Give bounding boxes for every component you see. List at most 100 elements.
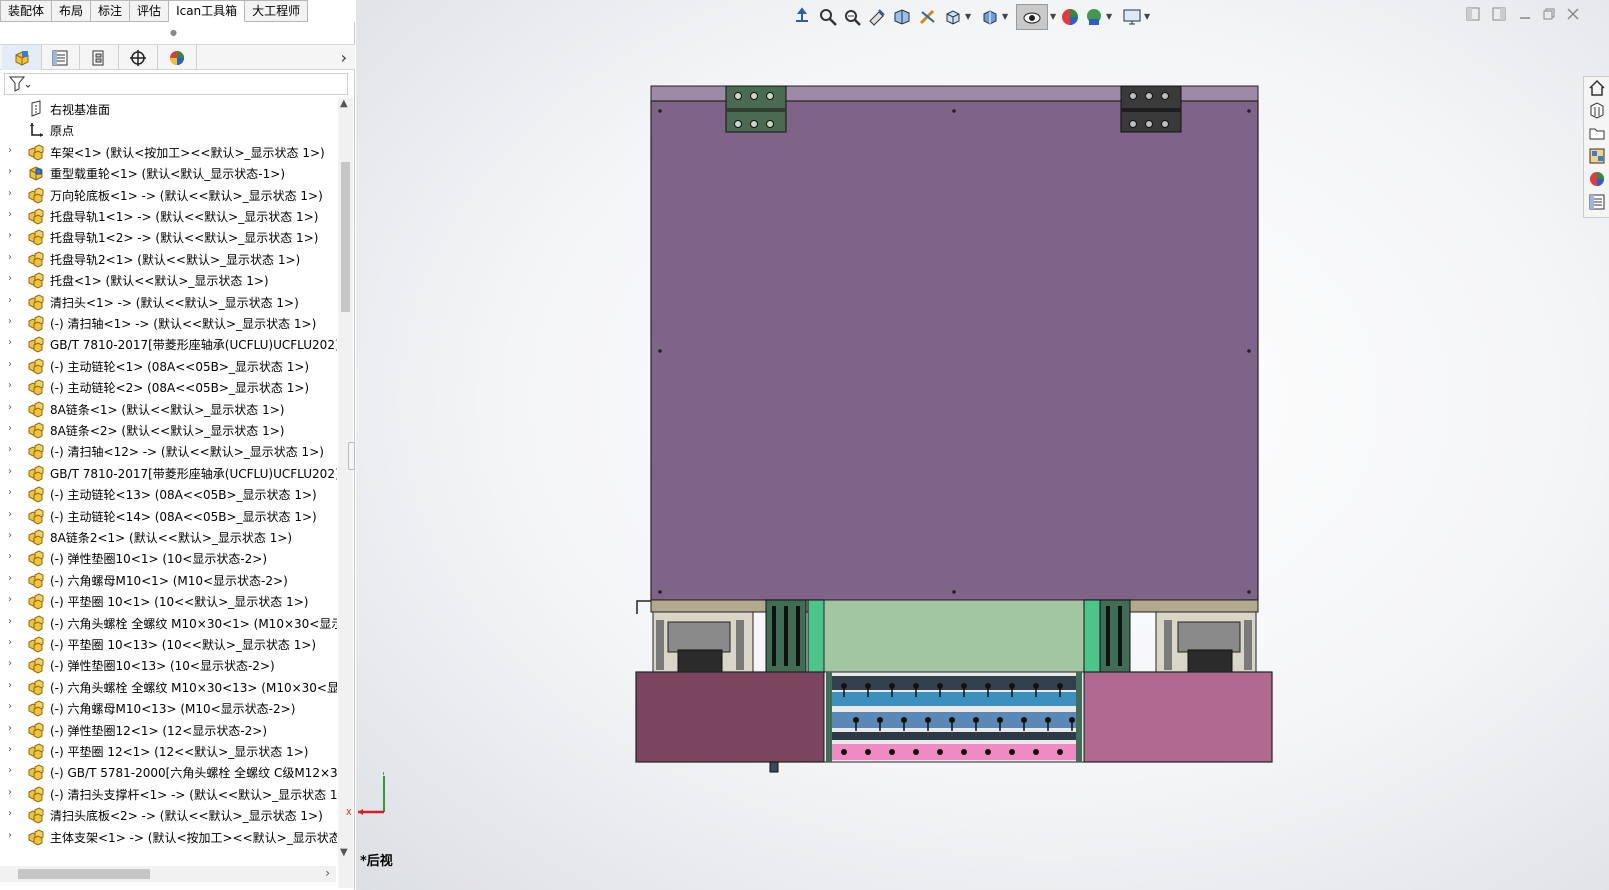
tree-filter[interactable] (4, 73, 348, 95)
tree-item[interactable]: › (-) 六角螺母M10<13> (M10<显示状态-2>) (0, 697, 337, 719)
tree-item[interactable]: › 托盘<1> (默认<<默认>_显示状态 1>) (0, 269, 337, 291)
expand-chevron-icon[interactable]: › (8, 380, 12, 391)
scrollbar-thumb[interactable] (18, 869, 150, 879)
expand-chevron-icon[interactable]: › (8, 616, 12, 627)
expand-chevron-icon[interactable]: › (8, 658, 12, 669)
expand-chevron-icon[interactable]: › (8, 830, 12, 841)
tree-item[interactable]: › (-) 六角螺母M10<1> (M10<显示状态-2>) (0, 569, 337, 591)
subassembly-icon (27, 421, 45, 439)
expand-chevron-icon[interactable]: › (8, 359, 12, 370)
tree-item[interactable]: › 重型载重轮<1> (默认<默认_显示状态-1>) (0, 162, 337, 184)
tree-item[interactable]: › (-) 弹性垫圈10<13> (10<显示状态-2>) (0, 654, 337, 676)
tree-item[interactable]: › (-) 六角头螺栓 全螺纹 M10×30<1> (M10×30<显示 (0, 612, 337, 634)
command-tab[interactable]: 大工程师 (245, 0, 309, 22)
tree-item[interactable]: › 8A链条<2> (默认<<默认>_显示状态 1>) (0, 419, 337, 441)
chevron-right-icon[interactable]: › (341, 48, 347, 67)
panel-splitter[interactable] (348, 442, 355, 470)
command-tab[interactable]: 评估 (130, 0, 170, 22)
scroll-up-icon[interactable]: ▲ (340, 98, 348, 109)
tree-item[interactable]: › (-) 主动链轮<2> (08A<<05B>_显示状态 1>) (0, 376, 337, 398)
expand-chevron-icon[interactable]: › (8, 744, 12, 755)
tree-item-label: (-) 清扫头支撑杆<1> -> (默认<<默认>_显示状态 1>) (50, 787, 337, 802)
tree-item[interactable]: › (-) 弹性垫圈12<1> (12<显示状态-2>) (0, 719, 337, 741)
tree-item[interactable]: › (-) 主动链轮<1> (08A<<05B>_显示状态 1>) (0, 355, 337, 377)
scrollbar-thumb[interactable] (341, 162, 350, 312)
tree-item[interactable]: › (-) 清扫头支撑杆<1> -> (默认<<默认>_显示状态 1>) (0, 783, 337, 805)
graphics-area[interactable]: ▼ ▼ ▼ ▼ ▼ Y X *后视 (346, 0, 1609, 890)
expand-chevron-icon[interactable]: › (8, 252, 12, 263)
command-tab[interactable]: 布局 (52, 0, 92, 22)
expand-chevron-icon[interactable]: › (8, 230, 12, 241)
feature-tree: 右视基准面 原点 › 车架<1> (默认<按加工><<默认>_显示状态 1>) › 重型载… (0, 98, 337, 858)
expand-chevron-icon[interactable]: › (8, 637, 12, 648)
tab-property-manager[interactable] (40, 45, 80, 70)
expand-chevron-icon[interactable]: › (8, 594, 12, 605)
tree-item-label: (-) 六角头螺栓 全螺纹 M10×30<13> (M10×30<显示 (50, 680, 337, 695)
tree-item[interactable]: › 清扫头<1> -> (默认<<默认>_显示状态 1>) (0, 291, 337, 313)
scroll-down-icon[interactable]: ▼ (340, 847, 348, 858)
tree-item[interactable]: › 主体支架<1> -> (默认<按加工><<默认>_显示状态 (0, 826, 337, 848)
tree-item[interactable]: › GB/T 7810-2017[带菱形座轴承(UCFLU)UCFLU202]< (0, 333, 337, 355)
expand-chevron-icon[interactable]: › (8, 295, 12, 306)
tree-item[interactable]: › (-) 主动链轮<13> (08A<<05B>_显示状态 1>) (0, 483, 337, 505)
expand-chevron-icon[interactable]: › (8, 402, 12, 413)
tab-dimxpert-manager[interactable] (118, 45, 158, 70)
expand-chevron-icon[interactable]: › (8, 337, 12, 348)
command-tab[interactable]: 装配体 (0, 0, 53, 22)
tree-item[interactable]: › 车架<1> (默认<按加工><<默认>_显示状态 1>) (0, 141, 337, 163)
tree-item[interactable]: › (-) 主动链轮<14> (08A<<05B>_显示状态 1>) (0, 505, 337, 527)
expand-chevron-icon[interactable]: › (8, 701, 12, 712)
tree-item[interactable]: › 万向轮底板<1> -> (默认<<默认>_显示状态 1>) (0, 184, 337, 206)
tree-item[interactable]: 原点 (0, 119, 337, 141)
tree-item[interactable]: › (-) 平垫圈 10<13> (10<<默认>_显示状态 1>) (0, 633, 337, 655)
tree-item[interactable]: › 8A链条<1> (默认<<默认>_显示状态 1>) (0, 398, 337, 420)
bottom-right-block (1083, 671, 1273, 763)
expand-chevron-icon[interactable]: › (8, 145, 12, 156)
command-tab[interactable]: 标注 (91, 0, 131, 22)
tab-display-manager[interactable] (157, 45, 197, 70)
scroll-right-icon[interactable]: › (325, 866, 330, 880)
expand-chevron-icon[interactable]: › (8, 466, 12, 477)
tree-item[interactable]: › 清扫头底板<2> -> (默认<<默认>_显示状态 1>) (0, 804, 337, 826)
tree-item[interactable]: › 8A链条2<1> (默认<<默认>_显示状态 1>) (0, 526, 337, 548)
expand-chevron-icon[interactable]: › (8, 509, 12, 520)
tree-item[interactable]: › 托盘导轨1<2> -> (默认<<默认>_显示状态 1>) (0, 226, 337, 248)
tab-configuration-manager[interactable] (79, 45, 119, 70)
expand-chevron-icon[interactable]: › (8, 444, 12, 455)
tree-item[interactable]: › (-) 弹性垫圈10<1> (10<显示状态-2>) (0, 547, 337, 569)
expand-chevron-icon[interactable]: › (8, 765, 12, 776)
expand-chevron-icon[interactable]: › (8, 273, 12, 284)
expand-chevron-icon[interactable]: › (8, 787, 12, 798)
tree-item[interactable]: › (-) 平垫圈 12<1> (12<<默认>_显示状态 1>) (0, 740, 337, 762)
expand-chevron-icon[interactable]: › (8, 188, 12, 199)
subassembly-icon (27, 271, 45, 289)
expand-chevron-icon[interactable]: › (8, 808, 12, 819)
expand-chevron-icon[interactable]: › (8, 551, 12, 562)
tree-item[interactable]: › (-) 清扫轴<12> -> (默认<<默认>_显示状态 1>) (0, 440, 337, 462)
expand-chevron-icon[interactable]: › (8, 723, 12, 734)
expand-chevron-icon[interactable]: › (8, 316, 12, 327)
expand-chevron-icon[interactable]: › (8, 166, 12, 177)
expand-chevron-icon[interactable]: › (8, 209, 12, 220)
tree-item[interactable]: › (-) GB/T 5781-2000[六角头螺栓 全螺纹 C级M12×35 (0, 761, 337, 783)
tree-horizontal-scrollbar[interactable]: › (0, 866, 336, 882)
tree-item-label: (-) 平垫圈 10<1> (10<<默认>_显示状态 1>) (50, 595, 309, 610)
tree-vertical-scrollbar[interactable]: ▲ ▼ (338, 98, 353, 888)
command-tab[interactable]: Ican工具箱 (169, 0, 246, 22)
expand-chevron-icon[interactable]: › (8, 487, 12, 498)
expand-chevron-icon[interactable]: › (8, 573, 12, 584)
tree-item[interactable]: › 托盘导轨2<1> (默认<<默认>_显示状态 1>) (0, 248, 337, 270)
tab-feature-manager[interactable] (2, 45, 42, 70)
model-back-view[interactable] (356, 0, 1609, 890)
subassembly-icon (27, 721, 45, 739)
tree-item[interactable]: › (-) 六角头螺栓 全螺纹 M10×30<13> (M10×30<显示 (0, 676, 337, 698)
tree-item[interactable]: › 托盘导轨1<1> -> (默认<<默认>_显示状态 1>) (0, 205, 337, 227)
expand-chevron-icon[interactable]: › (8, 530, 12, 541)
tree-item[interactable]: › (-) 平垫圈 10<1> (10<<默认>_显示状态 1>) (0, 590, 337, 612)
tree-item[interactable]: › (-) 清扫轴<1> -> (默认<<默认>_显示状态 1>) (0, 312, 337, 334)
expand-chevron-icon[interactable]: › (8, 423, 12, 434)
expand-chevron-icon[interactable]: › (8, 680, 12, 691)
tree-item[interactable]: › GB/T 7810-2017[带菱形座轴承(UCFLU)UCFLU202]< (0, 462, 337, 484)
tree-item[interactable]: 右视基准面 (0, 98, 337, 120)
panel-grip-icon[interactable]: ● (170, 28, 177, 37)
